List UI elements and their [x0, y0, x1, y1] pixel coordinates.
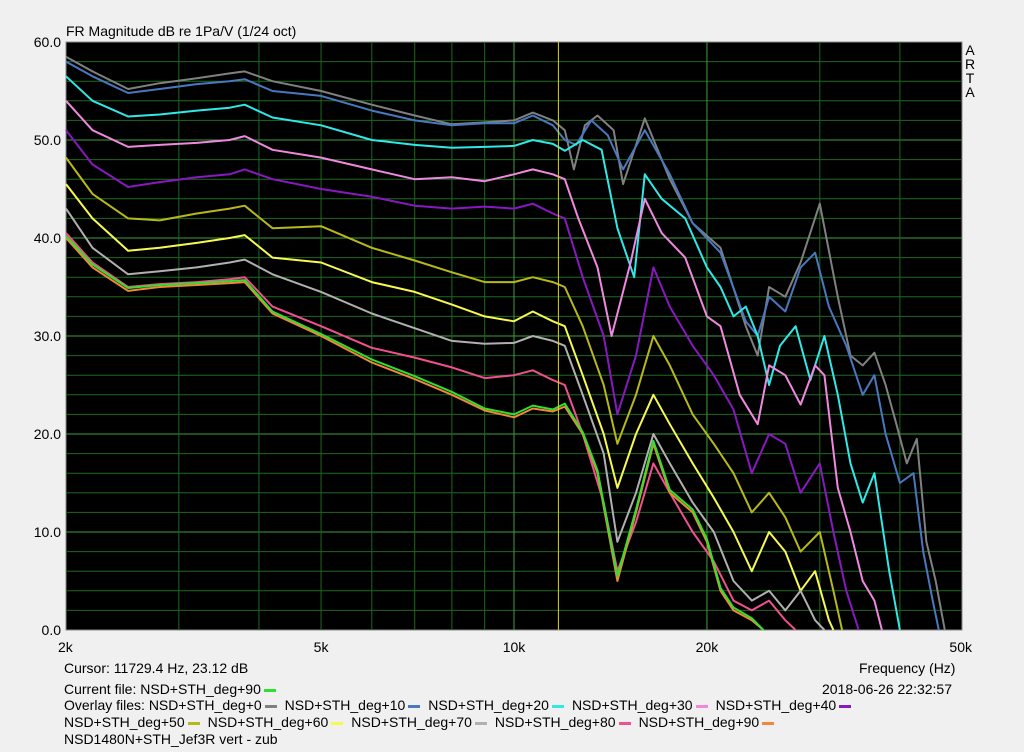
overlay-file-item: NSD+STH_deg+50 [64, 714, 200, 730]
y-tick-label: 30.0 [34, 328, 61, 344]
overlay-file-swatch [187, 721, 200, 725]
y-tick-label: 50.0 [34, 132, 61, 148]
x-axis-label: Frequency (Hz) [859, 660, 956, 676]
overlay-file-item: NSD+STH_deg+0 [149, 697, 277, 713]
watermark-letter: A [965, 84, 975, 100]
overlay-file-name: NSD+STH_deg+30 [571, 697, 693, 713]
overlay-file-swatch [408, 704, 421, 708]
overlay-file-item: NSD+STH_deg+60 [208, 714, 344, 730]
overlay-files-row-2: NSD+STH_deg+50 NSD+STH_deg+60 NSD+STH_deg+… [64, 714, 782, 730]
overlay-files-row-1: Overlay files: NSD+STH_deg+0 NSD+STH_deg+… [64, 697, 859, 713]
current-file-swatch [263, 688, 276, 692]
overlay-file-swatch [331, 721, 344, 725]
watermark-letter: R [964, 56, 976, 72]
overlay-file-swatch [551, 704, 564, 708]
y-tick-label: 20.0 [34, 426, 61, 442]
frequency-response-chart: FR Magnitude dB re 1Pa/V (1/24 oct) 2k 5k… [34, 23, 973, 655]
chart-title: FR Magnitude dB re 1Pa/V (1/24 oct) [66, 23, 296, 39]
x-tick-label: 50k [949, 639, 973, 655]
overlay-file-name: NSD+STH_deg+50 [64, 714, 185, 730]
cursor-readout: Cursor: 11729.4 Hz, 23.12 dB [64, 660, 249, 676]
overlay-file-item: NSD+STH_deg+70 [351, 714, 487, 730]
watermark-letter: T [965, 70, 975, 86]
current-file-label: Current file: NSD+STH_deg+90 [64, 681, 261, 697]
overlay-file-item: NSD+STH_deg+20 [428, 697, 564, 713]
watermark-letter: A [965, 42, 975, 58]
overlay-file-name: NSD+STH_deg+80 [494, 714, 616, 730]
x-tick-label: 2k [58, 639, 74, 655]
y-tick-label: 10.0 [34, 524, 61, 540]
overlay-file-item: NSD+STH_deg+80 [495, 714, 631, 730]
overlay-file-item: NSD+STH_deg+40 [716, 697, 852, 713]
overlay-file-swatch [839, 704, 852, 708]
overlay-file-name: NSD+STH_deg+10 [284, 697, 406, 713]
overlay-file-swatch [695, 704, 708, 708]
overlay-file-swatch [474, 721, 487, 725]
y-tick-label: 60.0 [34, 34, 61, 50]
current-file: Current file: NSD+STH_deg+90 [64, 681, 276, 697]
overlay-file-item: NSD+STH_deg+10 [285, 697, 421, 713]
measurement-description: NSD1480N+STH_Jef3R vert - zub [64, 731, 278, 747]
overlay-file-item: NSD+STH_deg+90 [639, 714, 775, 730]
overlay-files-label: Overlay files: [64, 697, 145, 713]
overlay-file-item: NSD+STH_deg+30 [572, 697, 708, 713]
x-tick-labels: 2k 5k 10k 20k 50k [58, 639, 973, 655]
y-tick-label: 0.0 [42, 622, 62, 638]
x-tick-label: 5k [314, 639, 330, 655]
x-tick-label: 20k [696, 639, 720, 655]
x-tick-label: 10k [503, 639, 527, 655]
y-tick-label: 40.0 [34, 230, 61, 246]
overlay-file-swatch [264, 704, 277, 708]
y-tick-labels: 0.0 10.0 20.0 30.0 40.0 50.0 60.0 [34, 34, 61, 638]
overlay-file-name: NSD+STH_deg+90 [638, 714, 760, 730]
overlay-file-swatch [618, 721, 631, 725]
datetime-stamp: 2018-06-26 22:32:57 [822, 681, 952, 697]
overlay-file-name: NSD+STH_deg+20 [428, 697, 549, 713]
overlay-file-name: NSD+STH_deg+40 [715, 697, 837, 713]
overlay-file-name: NSD+STH_deg+70 [351, 714, 472, 730]
overlay-file-name: NSD+STH_deg+60 [207, 714, 329, 730]
arta-watermark: A R T A [964, 43, 976, 99]
overlay-file-swatch [762, 721, 775, 725]
overlay-file-name: NSD+STH_deg+0 [148, 697, 262, 713]
